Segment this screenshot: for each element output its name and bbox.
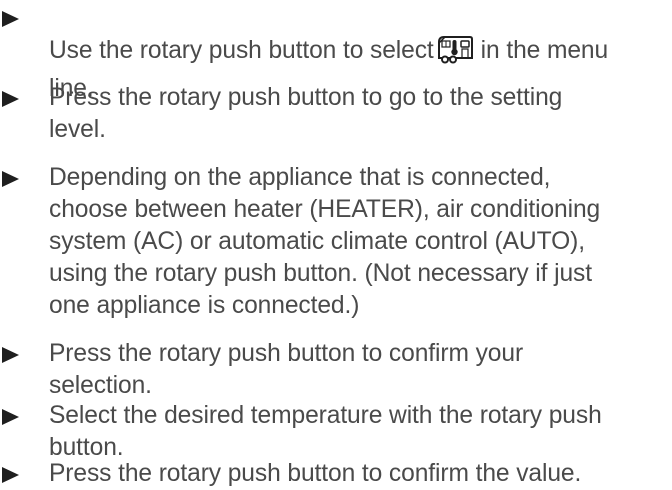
instruction-step-3-text: Depending on the appliance that is conne… bbox=[49, 164, 601, 319]
bullet-arrow-icon bbox=[2, 171, 19, 187]
instruction-step-4-text: Press the rotary push button to confirm … bbox=[49, 340, 524, 399]
bullet-arrow-icon bbox=[2, 11, 19, 27]
bullet-arrow-icon bbox=[2, 409, 19, 425]
instruction-step-5-text: Select the desired temperature with the … bbox=[49, 402, 602, 461]
instruction-step-2-text: Press the rotary push button to go to th… bbox=[49, 84, 563, 143]
instruction-step-6-text: Press the rotary push button to confirm … bbox=[49, 460, 582, 487]
bullet-arrow-icon bbox=[2, 467, 19, 483]
step-1-text-after-icon: in the menu bbox=[480, 37, 609, 64]
bullet-arrow-icon bbox=[2, 347, 19, 363]
bullet-arrow-icon bbox=[2, 91, 19, 107]
caravan-climate-icon bbox=[436, 34, 474, 73]
step-1-text-before-icon: Use the rotary push button to select bbox=[49, 37, 434, 64]
